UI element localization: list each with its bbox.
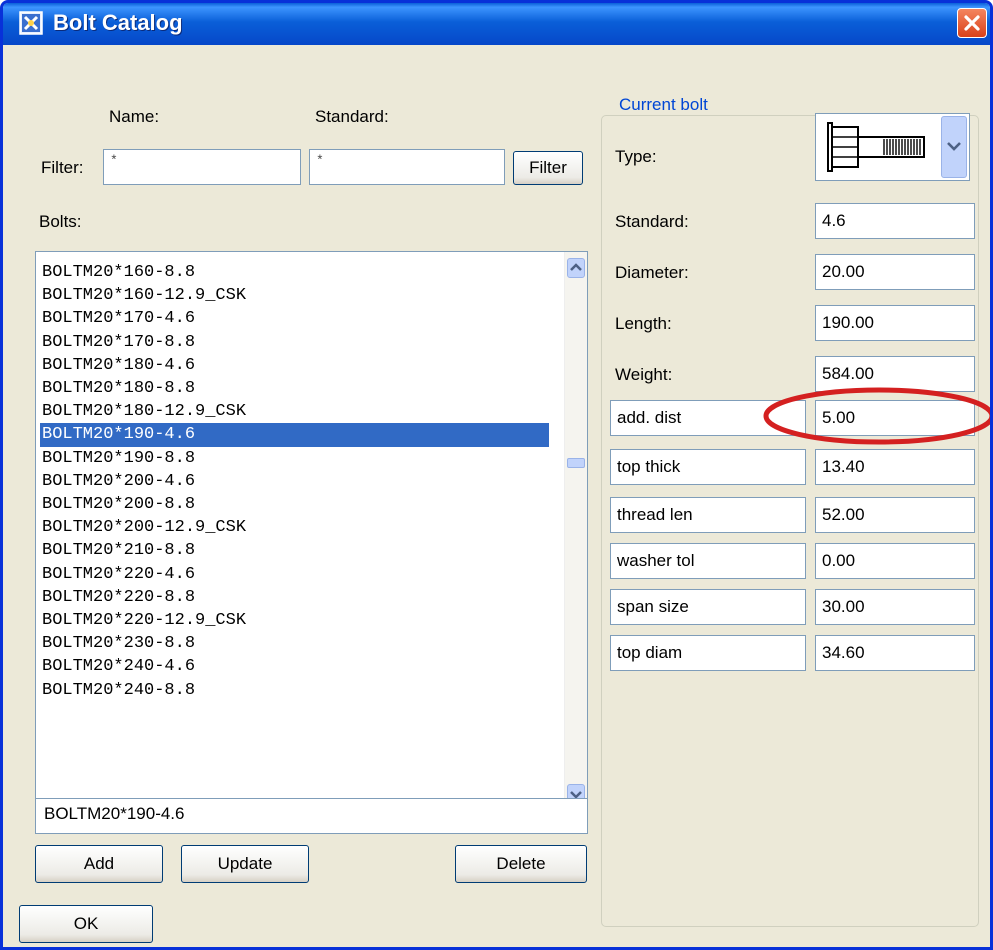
prop-label-standard: Standard: — [615, 212, 689, 231]
prop-value-washer-tol[interactable]: 0.00 — [815, 543, 975, 579]
list-item[interactable]: BOLTM20*230-8.8 — [42, 632, 195, 656]
list-item[interactable]: BOLTM20*190-8.8 — [42, 447, 195, 471]
type-dropdown-button[interactable] — [941, 116, 967, 178]
prop-label-top-thick[interactable]: top thick — [610, 449, 806, 485]
window-title: Bolt Catalog — [53, 10, 183, 35]
standard-filter-input[interactable]: * — [309, 149, 505, 185]
prop-value-add-dist[interactable]: 5.00 — [815, 400, 975, 436]
prop-value-span-size[interactable]: 30.00 — [815, 589, 975, 625]
list-item[interactable]: BOLTM20*180-12.9_CSK — [42, 400, 246, 424]
delete-button[interactable]: Delete — [455, 845, 587, 883]
list-item[interactable]: BOLTM20*200-12.9_CSK — [42, 516, 246, 540]
list-item[interactable]: BOLTM20*220-12.9_CSK — [42, 609, 246, 633]
close-button[interactable] — [957, 8, 987, 38]
chevron-up-icon — [570, 263, 582, 271]
current-bolt-legend: Current bolt — [615, 95, 712, 115]
list-scrollbar[interactable] — [564, 252, 587, 813]
list-item[interactable]: BOLTM20*220-8.8 — [42, 586, 195, 610]
list-item[interactable]: BOLTM20*160-8.8 — [42, 261, 195, 285]
prop-value-thread-len[interactable]: 52.00 — [815, 497, 975, 533]
scroll-up-button[interactable] — [567, 258, 585, 278]
list-item[interactable]: BOLTM20*220-4.6 — [42, 563, 195, 587]
prop-label-weight: Weight: — [615, 365, 673, 384]
bolt-icon — [827, 122, 925, 172]
list-item[interactable]: BOLTM20*180-4.6 — [42, 354, 195, 378]
list-item[interactable]: BOLTM20*170-8.8 — [42, 331, 195, 355]
prop-label-length: Length: — [615, 314, 672, 333]
update-button[interactable]: Update — [181, 845, 309, 883]
list-item[interactable]: BOLTM20*170-4.6 — [42, 307, 195, 331]
add-button[interactable]: Add — [35, 845, 163, 883]
dialog-client: Name: Standard: Filter: * * Filter Bolts… — [3, 45, 990, 947]
list-item[interactable]: BOLTM20*160-12.9_CSK — [42, 284, 246, 308]
list-item[interactable]: BOLTM20*240-4.6 — [42, 655, 195, 679]
list-item[interactable]: BOLTM20*180-8.8 — [42, 377, 195, 401]
prop-value-standard[interactable]: 4.6 — [815, 203, 975, 239]
scroll-thumb[interactable] — [567, 458, 585, 468]
prop-value-diameter[interactable]: 20.00 — [815, 254, 975, 290]
list-item[interactable]: BOLTM20*240-8.8 — [42, 679, 195, 703]
chevron-down-icon — [947, 142, 961, 151]
bolt-name-input[interactable]: BOLTM20*190-4.6 — [35, 798, 588, 834]
prop-label-span-size[interactable]: span size — [610, 589, 806, 625]
list-item-selected[interactable]: BOLTM20*190-4.6 — [40, 423, 549, 447]
name-column-label: Name: — [109, 107, 160, 126]
prop-value-top-thick[interactable]: 13.40 — [815, 449, 975, 485]
name-filter-input[interactable]: * — [103, 149, 301, 185]
bolts-list[interactable]: BOLTM20*160-8.8 BOLTM20*160-12.9_CSK BOL… — [35, 251, 588, 814]
list-item[interactable]: BOLTM20*210-8.8 — [42, 539, 195, 563]
type-label: Type: — [615, 147, 657, 166]
prop-label-washer-tol[interactable]: washer tol — [610, 543, 806, 579]
prop-value-weight[interactable]: 584.00 — [815, 356, 975, 392]
standard-column-label: Standard: — [315, 107, 389, 126]
prop-value-length[interactable]: 190.00 — [815, 305, 975, 341]
filter-label: Filter: — [41, 158, 84, 177]
app-icon — [19, 11, 43, 35]
prop-label-diameter: Diameter: — [615, 263, 689, 282]
close-icon — [964, 15, 980, 31]
prop-value-top-diam[interactable]: 34.60 — [815, 635, 975, 671]
title-bar: Bolt Catalog — [3, 3, 990, 45]
list-item[interactable]: BOLTM20*200-4.6 — [42, 470, 195, 494]
filter-button[interactable]: Filter — [513, 151, 583, 185]
bolts-label: Bolts: — [39, 212, 82, 231]
prop-label-top-diam[interactable]: top diam — [610, 635, 806, 671]
ok-button[interactable]: OK — [19, 905, 153, 943]
prop-label-thread-len[interactable]: thread len — [610, 497, 806, 533]
bolt-type-select[interactable] — [815, 113, 970, 181]
list-item[interactable]: BOLTM20*200-8.8 — [42, 493, 195, 517]
bolt-catalog-window: Bolt Catalog Name: Standard: Filter: * *… — [0, 0, 993, 950]
prop-label-add-dist[interactable]: add. dist — [610, 400, 806, 436]
